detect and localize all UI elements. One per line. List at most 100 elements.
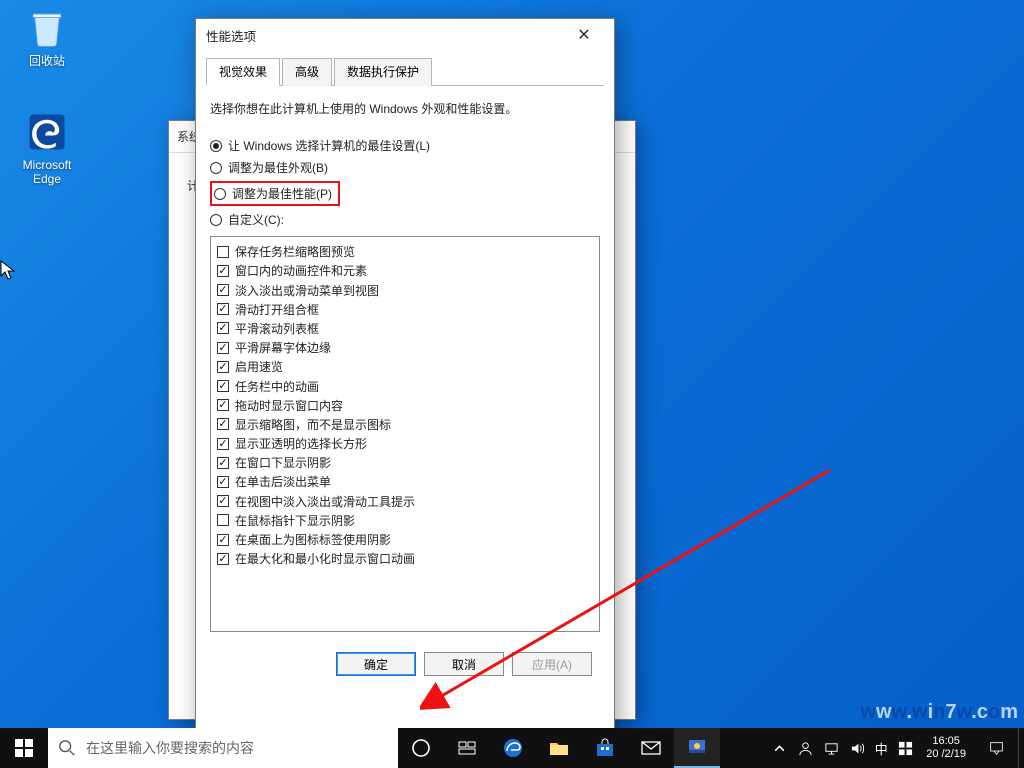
option-label: 保存任务栏缩略图预览 — [235, 243, 355, 260]
radio-label: 调整为最佳性能(P) — [232, 185, 332, 202]
radio-icon — [210, 162, 222, 174]
show-desktop-button[interactable] — [1018, 728, 1024, 768]
store-icon[interactable] — [582, 728, 628, 768]
option-label: 在窗口下显示阴影 — [235, 454, 331, 471]
search-placeholder: 在这里输入你要搜索的内容 — [86, 738, 254, 758]
mail-icon[interactable] — [628, 728, 674, 768]
people-icon[interactable] — [792, 728, 818, 768]
cursor-icon — [0, 260, 16, 282]
task-view-icon[interactable] — [444, 728, 490, 768]
option-label: 窗口内的动画控件和元素 — [235, 262, 367, 279]
checkbox-icon — [217, 380, 229, 392]
option-label: 平滑屏幕字体边缘 — [235, 339, 331, 356]
option-label: 在鼠标指针下显示阴影 — [235, 512, 355, 529]
tray-chevron-up-icon[interactable] — [766, 728, 792, 768]
system-tray: 中 16:05 20 /2/19 — [766, 728, 1024, 768]
clock-date: 20 /2/19 — [926, 748, 966, 761]
edge-icon[interactable]: Microsoft Edge — [8, 110, 86, 186]
checkbox-icon — [217, 399, 229, 411]
checkbox-icon — [217, 246, 229, 258]
checkbox-icon — [217, 457, 229, 469]
option-checkbox[interactable]: 在视图中淡入淡出或滑动工具提示 — [217, 493, 593, 510]
button-row: 确定 取消 应用(A) — [206, 632, 604, 676]
checkbox-icon — [217, 303, 229, 315]
radio-best-appearance[interactable]: 调整为最佳外观(B) — [210, 159, 600, 176]
taskbar-apps — [398, 728, 720, 768]
tabstrip: 视觉效果 高级 数据执行保护 — [206, 57, 604, 86]
radio-icon — [214, 188, 226, 200]
action-center-icon[interactable] — [974, 741, 1018, 756]
icon-label: Microsoft Edge — [8, 158, 86, 186]
option-checkbox[interactable]: 任务栏中的动画 — [217, 378, 593, 395]
clock-time: 16:05 — [926, 735, 966, 748]
checkbox-icon — [217, 361, 229, 373]
tab-dep[interactable]: 数据执行保护 — [334, 58, 432, 86]
option-label: 启用速览 — [235, 358, 283, 375]
control-panel-taskbar-icon[interactable] — [674, 728, 720, 768]
icon-label: 回收站 — [8, 54, 86, 68]
cortana-icon[interactable] — [398, 728, 444, 768]
intro-text: 选择你想在此计算机上使用的 Windows 外观和性能设置。 — [210, 100, 600, 117]
option-label: 平滑滚动列表框 — [235, 320, 319, 337]
radio-let-windows-choose[interactable]: 让 Windows 选择计算机的最佳设置(L) — [210, 137, 600, 154]
taskbar: 在这里输入你要搜索的内容 中 16:05 20 /2/19 — [0, 728, 1024, 768]
option-checkbox[interactable]: 淡入淡出或滑动菜单到视图 — [217, 282, 593, 299]
taskbar-search[interactable]: 在这里输入你要搜索的内容 — [48, 728, 398, 768]
option-checkbox[interactable]: 保存任务栏缩略图预览 — [217, 243, 593, 260]
file-explorer-icon[interactable] — [536, 728, 582, 768]
close-icon[interactable]: ✕ — [564, 21, 604, 49]
option-checkbox[interactable]: 启用速览 — [217, 358, 593, 375]
option-checkbox[interactable]: 在窗口下显示阴影 — [217, 454, 593, 471]
option-checkbox[interactable]: 显示缩略图，而不是显示图标 — [217, 416, 593, 433]
option-checkbox[interactable]: 滑动打开组合框 — [217, 301, 593, 318]
trash-icon — [25, 6, 69, 50]
tab-visual-effects[interactable]: 视觉效果 — [206, 58, 280, 86]
option-label: 淡入淡出或滑动菜单到视图 — [235, 282, 379, 299]
checkbox-icon — [217, 284, 229, 296]
option-checkbox[interactable]: 在最大化和最小化时显示窗口动画 — [217, 550, 593, 567]
option-checkbox[interactable]: 在鼠标指针下显示阴影 — [217, 512, 593, 529]
start-button[interactable] — [0, 728, 48, 768]
radio-best-performance[interactable]: 调整为最佳性能(P) — [210, 181, 600, 206]
network-icon[interactable] — [818, 728, 844, 768]
option-label: 显示缩略图，而不是显示图标 — [235, 416, 391, 433]
option-checkbox[interactable]: 平滑滚动列表框 — [217, 320, 593, 337]
cancel-button[interactable]: 取消 — [424, 652, 504, 676]
option-checkbox[interactable]: 在单击后淡出菜单 — [217, 473, 593, 490]
options-listbox[interactable]: 保存任务栏缩略图预览窗口内的动画控件和元素淡入淡出或滑动菜单到视图滑动打开组合框… — [210, 236, 600, 632]
checkbox-icon — [217, 553, 229, 565]
radio-label: 调整为最佳外观(B) — [228, 159, 328, 176]
performance-options-dialog: 性能选项 ✕ 视觉效果 高级 数据执行保护 选择你想在此计算机上使用的 Wind… — [195, 18, 615, 764]
option-checkbox[interactable]: 在桌面上为图标标签使用阴影 — [217, 531, 593, 548]
radio-label: 自定义(C): — [228, 211, 284, 228]
edge-browser-icon — [25, 110, 69, 154]
option-label: 拖动时显示窗口内容 — [235, 397, 343, 414]
option-label: 在单击后淡出菜单 — [235, 473, 331, 490]
option-label: 在视图中淡入淡出或滑动工具提示 — [235, 493, 415, 510]
radio-icon — [210, 214, 222, 226]
desktop: 回收站 Microsoft Edge 系统 ✕ 计 要 性能选项 ✕ 视觉效果 … — [0, 0, 1024, 768]
checkbox-icon — [217, 438, 229, 450]
option-checkbox[interactable]: 平滑屏幕字体边缘 — [217, 339, 593, 356]
option-checkbox[interactable]: 拖动时显示窗口内容 — [217, 397, 593, 414]
option-checkbox[interactable]: 显示亚透明的选择长方形 — [217, 435, 593, 452]
recycle-bin-icon[interactable]: 回收站 — [8, 6, 86, 68]
volume-icon[interactable] — [844, 728, 870, 768]
search-icon — [58, 739, 76, 757]
radio-icon — [210, 140, 222, 152]
edge-taskbar-icon[interactable] — [490, 728, 536, 768]
checkbox-icon — [217, 322, 229, 334]
checkbox-icon — [217, 418, 229, 430]
annotation-highlight: 调整为最佳性能(P) — [210, 181, 340, 206]
dialog-title: 性能选项 — [206, 26, 256, 45]
ime-indicator[interactable]: 中 — [870, 728, 892, 768]
radio-custom[interactable]: 自定义(C): — [210, 211, 600, 228]
ok-button[interactable]: 确定 — [336, 652, 416, 676]
option-checkbox[interactable]: 窗口内的动画控件和元素 — [217, 262, 593, 279]
taskbar-clock[interactable]: 16:05 20 /2/19 — [918, 735, 974, 761]
apply-button[interactable]: 应用(A) — [512, 652, 592, 676]
tab-advanced[interactable]: 高级 — [282, 58, 332, 86]
checkbox-icon — [217, 476, 229, 488]
checkbox-icon — [217, 495, 229, 507]
ime-mode-icon[interactable] — [892, 728, 918, 768]
